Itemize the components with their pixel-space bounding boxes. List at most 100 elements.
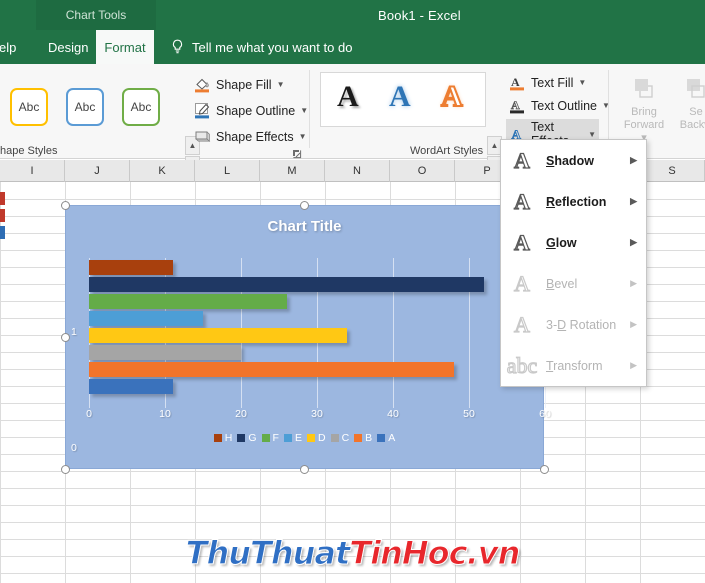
- chart-legend[interactable]: HG FE DCB A: [66, 432, 543, 444]
- legend-item-C[interactable]: C: [330, 432, 349, 444]
- window-title: Book1 - Excel: [378, 7, 461, 23]
- wordart-thumb-2[interactable]: A: [389, 80, 411, 114]
- chart-handle-br[interactable]: [540, 465, 549, 474]
- wordart-styles-gallery[interactable]: A A A: [320, 72, 486, 127]
- menu-item-shadow-glyph-icon: A: [513, 147, 530, 173]
- shape-style-thumb-3[interactable]: Abc: [122, 88, 160, 126]
- submenu-arrow-icon: ▶: [630, 237, 637, 247]
- chart-title[interactable]: Chart Title: [66, 218, 543, 235]
- chart-bar-E[interactable]: [89, 311, 203, 326]
- legend-item-F[interactable]: F: [261, 432, 279, 444]
- submenu-arrow-icon: ▶: [630, 278, 637, 288]
- menu-item-bevel[interactable]: A Bevel ▶: [501, 263, 646, 304]
- wordart-thumb-3[interactable]: A: [440, 79, 464, 114]
- chart-bar-A[interactable]: [89, 379, 173, 394]
- submenu-arrow-icon: ▶: [630, 155, 637, 165]
- shape-effects-label: Shape Effects: [216, 129, 294, 144]
- chart-bar-C[interactable]: [89, 345, 241, 360]
- menu-item-3d-rotation[interactable]: A 3-D Rotation ▶: [501, 304, 646, 345]
- chart-handle-bl[interactable]: [61, 465, 70, 474]
- column-header-M[interactable]: M: [260, 160, 325, 182]
- watermark: ThuThuatTinHoc.vn: [0, 534, 705, 573]
- shape-outline-button[interactable]: Shape Outline ▼: [191, 101, 311, 120]
- menu-item-bevel-glyph-icon: A: [513, 270, 530, 296]
- column-header-N[interactable]: N: [325, 160, 390, 182]
- send-backward-button[interactable]: Se Backw: [672, 74, 705, 132]
- menu-item-transform[interactable]: abc Transform ▶: [501, 345, 646, 386]
- column-header-L[interactable]: L: [195, 160, 260, 182]
- shape-style-thumb-1[interactable]: Abc: [10, 88, 48, 126]
- legend-item-B[interactable]: B: [354, 432, 372, 444]
- shape-styles-dialog-launcher[interactable]: [292, 146, 302, 159]
- chart-handle-bc[interactable]: [300, 465, 309, 474]
- column-header-J[interactable]: J: [65, 160, 130, 182]
- bring-forward-button[interactable]: Bring Forward ▾: [620, 74, 668, 145]
- legend-label-A: A: [388, 432, 396, 444]
- legend-item-E[interactable]: E: [283, 432, 302, 444]
- shape-fill-button[interactable]: Shape Fill ▼: [191, 75, 288, 94]
- text-fill-icon: A: [509, 74, 526, 91]
- legend-item-A[interactable]: A: [377, 432, 395, 444]
- legend-swatch-F: [261, 434, 270, 442]
- legend-label-D: D: [317, 432, 326, 444]
- shape-effects-button[interactable]: Shape Effects ▼: [191, 127, 310, 146]
- x-tick-0: 0: [86, 408, 92, 420]
- shape-outline-label: Shape Outline: [216, 103, 296, 118]
- chart-bar-H[interactable]: [89, 260, 173, 275]
- shape-styles-group-label: hape Styles: [0, 145, 58, 157]
- legend-label-F: F: [272, 432, 279, 444]
- send-backward-line2: Backw: [679, 119, 705, 131]
- chart-handle-tl[interactable]: [61, 201, 70, 210]
- tab-design[interactable]: Design: [35, 30, 101, 64]
- tell-me-search[interactable]: Tell me what you want to do: [170, 30, 352, 64]
- watermark-part1: ThuThuat: [185, 534, 351, 573]
- chart-tools-contextual-label: Chart Tools: [36, 0, 156, 30]
- x-tick-20: 20: [235, 408, 247, 420]
- legend-swatch-G: [237, 434, 246, 442]
- menu-item-3d-rotation-label: 3-D Rotation: [546, 317, 617, 332]
- submenu-arrow-icon: ▶: [630, 319, 637, 329]
- legend-swatch-E: [283, 434, 292, 442]
- cell-color-stub-1: [0, 192, 5, 205]
- column-header-S[interactable]: S: [640, 160, 705, 182]
- ribbon-tab-row: elp Design Format Tell me what you want …: [0, 30, 705, 64]
- x-tick-40: 40: [387, 408, 399, 420]
- column-header-O[interactable]: O: [390, 160, 455, 182]
- legend-item-D[interactable]: D: [306, 432, 326, 444]
- column-header-K[interactable]: K: [130, 160, 195, 182]
- chart-object[interactable]: Chart Title 0 10 20 30 40 50 60 1 0 H G F E D C B A: [65, 205, 551, 469]
- text-effects-dropdown-menu[interactable]: A Shadow ▶ A Reflection ▶ A Glow ▶ A Bevel ▶ A 3-D Ro…: [500, 139, 647, 387]
- text-outline-button[interactable]: A Text Outline ▼: [506, 96, 613, 115]
- chart-x-axis[interactable]: 0 10 20 30 40 50 60: [86, 408, 551, 424]
- chart-handle-ml[interactable]: [61, 333, 70, 342]
- chart-bar-G[interactable]: [89, 277, 485, 292]
- send-backward-line1: Se: [689, 106, 703, 118]
- title-bar: Chart Tools Book1 - Excel: [0, 0, 705, 30]
- chart-plot-area[interactable]: [89, 258, 546, 408]
- text-outline-icon: A: [509, 97, 526, 114]
- shape-fill-label: Shape Fill: [216, 77, 272, 92]
- wordart-thumb-1[interactable]: A: [337, 80, 359, 114]
- shape-styles-gallery[interactable]: Abc Abc Abc: [0, 72, 176, 127]
- grid-line-v: [0, 182, 1, 583]
- x-tick-60: 60: [539, 408, 551, 420]
- chart-bar-B[interactable]: [89, 362, 454, 377]
- column-header-I[interactable]: I: [0, 160, 65, 182]
- svg-text:A: A: [511, 75, 520, 89]
- menu-item-reflection-glyph-icon: A: [513, 188, 530, 214]
- menu-item-shadow[interactable]: A Shadow ▶: [501, 140, 646, 181]
- shape-style-thumb-2[interactable]: Abc: [66, 88, 104, 126]
- menu-item-glow[interactable]: A Glow ▶: [501, 222, 646, 263]
- grid-line-h: [0, 522, 705, 523]
- menu-item-reflection[interactable]: A Reflection ▶: [501, 181, 646, 222]
- legend-item-H[interactable]: H: [213, 432, 232, 444]
- chart-bar-F[interactable]: [89, 294, 287, 309]
- chart-bar-D[interactable]: [89, 328, 348, 343]
- cell-color-stub-2: [0, 209, 5, 222]
- legend-item-G[interactable]: G: [237, 432, 257, 444]
- tab-help[interactable]: elp: [0, 30, 29, 64]
- chart-handle-tc[interactable]: [300, 201, 309, 210]
- tab-format[interactable]: Format: [96, 30, 154, 64]
- chevron-down-icon: ▼: [276, 80, 285, 89]
- text-fill-button[interactable]: A Text Fill ▼: [506, 73, 589, 92]
